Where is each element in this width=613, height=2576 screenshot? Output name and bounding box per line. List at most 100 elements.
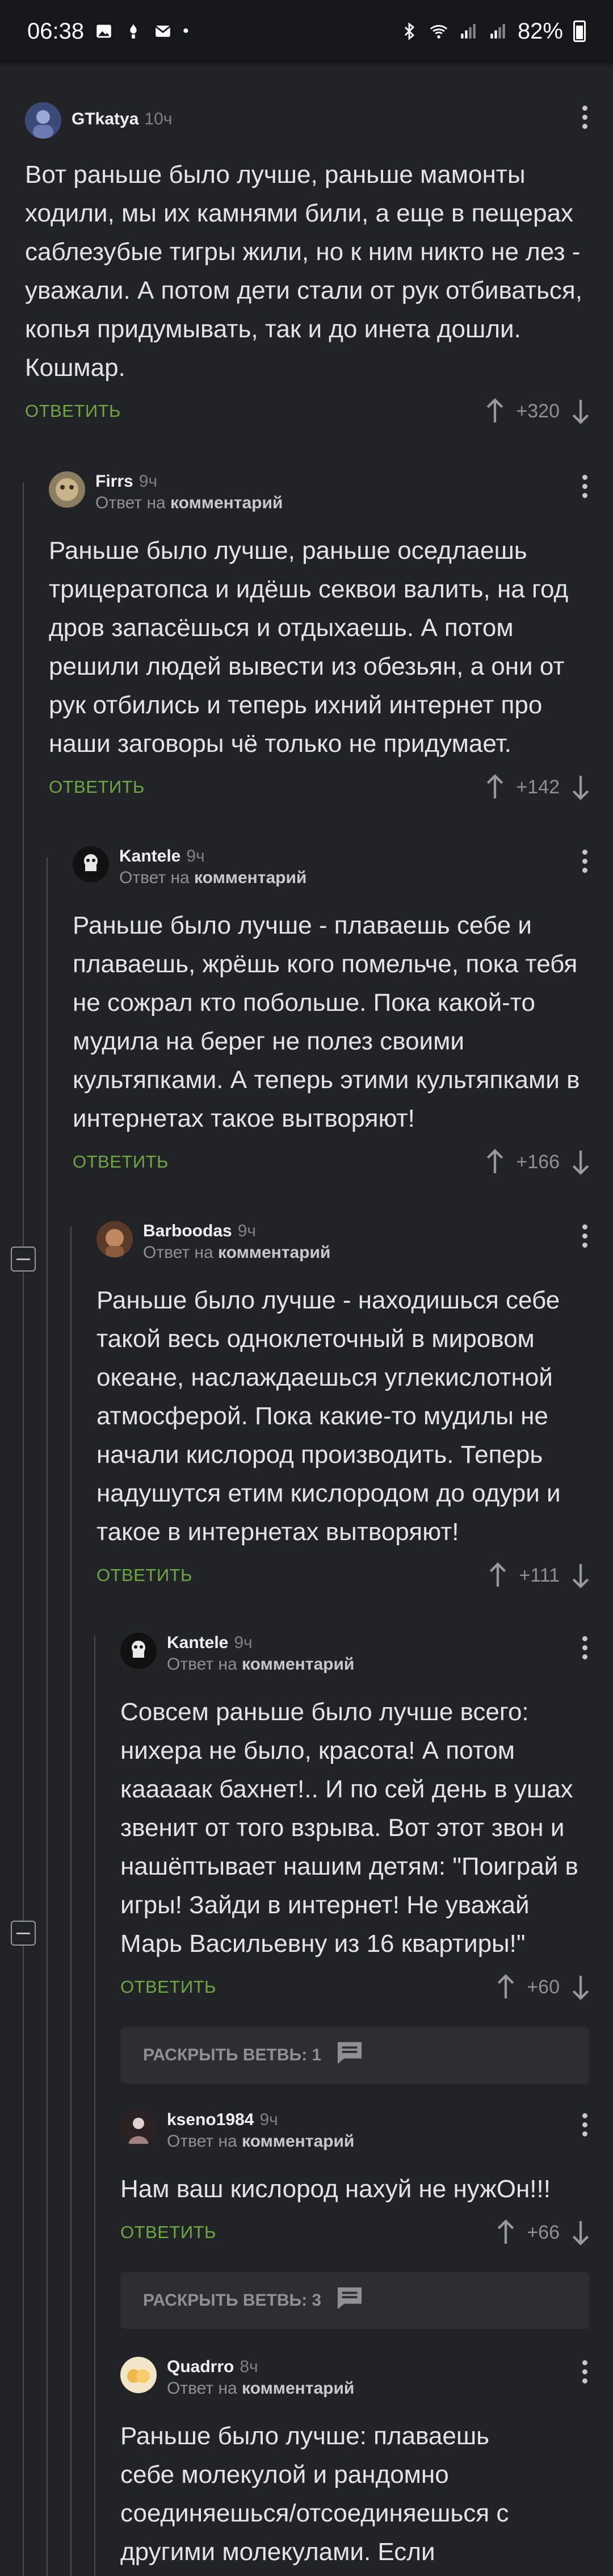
status-time: 06:38 bbox=[27, 18, 85, 44]
comment-author[interactable]: kseno1984 bbox=[167, 2110, 254, 2129]
reply-to-link[interactable]: комментарий bbox=[194, 868, 306, 887]
comment-time: 9ч bbox=[186, 847, 205, 865]
comment-text: Раньше было лучше, раньше оседлаешь триц… bbox=[49, 537, 569, 758]
reply-button[interactable]: ОТВЕТИТЬ bbox=[25, 401, 121, 421]
comment-text: Совсем раньше было лучше всего: нихера н… bbox=[120, 1698, 578, 1958]
gallery-icon bbox=[94, 22, 114, 41]
battery-icon bbox=[573, 20, 586, 42]
comment-time: 9ч bbox=[237, 1222, 257, 1240]
status-bar: 06:38 • 82% bbox=[0, 0, 613, 62]
reply-to-link[interactable]: комментарий bbox=[242, 2132, 354, 2151]
avatar[interactable] bbox=[49, 471, 85, 508]
reply-button[interactable]: ОТВЕТИТЬ bbox=[120, 2222, 216, 2243]
header-shadow bbox=[0, 62, 613, 68]
comment-rating: +142 bbox=[516, 776, 560, 798]
dot-icon: • bbox=[183, 22, 189, 40]
collapse-thread-button[interactable] bbox=[11, 1247, 36, 1272]
reply-button[interactable]: ОТВЕТИТЬ bbox=[73, 1152, 169, 1172]
expand-branch-button[interactable]: РАСКРЫТЬ ВЕТВЬ: 1 bbox=[120, 2027, 589, 2084]
battery-level: 82% bbox=[517, 18, 563, 44]
more-options-icon[interactable] bbox=[582, 475, 589, 498]
comment-author[interactable]: GTkatya bbox=[72, 110, 138, 128]
reply-to-link[interactable]: комментарий bbox=[218, 1243, 330, 1262]
comment: Firrs 9ч Ответ на комментарий Раньше было… bbox=[49, 471, 613, 804]
comment-author[interactable]: Quadrro bbox=[167, 2357, 234, 2376]
thread-rail bbox=[70, 1227, 72, 2576]
thread-rail bbox=[94, 1636, 95, 2576]
upvote-arrow-icon[interactable] bbox=[485, 1149, 505, 1175]
reply-to-label: Ответ на комментарий bbox=[167, 2132, 355, 2151]
comment-text: Раньше было лучше: плаваешь себе молекул… bbox=[120, 2422, 509, 2566]
comment-rating: +320 bbox=[516, 400, 560, 422]
signal-icon bbox=[459, 22, 478, 41]
comment: Kantele 9ч Ответ на комментарий Раньше бы… bbox=[73, 846, 613, 1179]
avatar[interactable] bbox=[120, 2110, 157, 2146]
reply-to-link[interactable]: комментарий bbox=[170, 494, 283, 512]
upvote-arrow-icon[interactable] bbox=[485, 774, 505, 800]
avatar[interactable] bbox=[73, 846, 109, 883]
downvote-arrow-icon[interactable] bbox=[571, 774, 590, 800]
comment: Barboodas 9ч Ответ на комментарий Раньше … bbox=[96, 1221, 613, 1592]
thread-rail bbox=[23, 483, 24, 2576]
reply-button[interactable]: ОТВЕТИТЬ bbox=[49, 777, 145, 797]
avatar[interactable] bbox=[120, 1633, 157, 1669]
downvote-arrow-icon[interactable] bbox=[571, 1974, 590, 2000]
comment-rating: +60 bbox=[527, 1976, 560, 1998]
expand-branch-button[interactable]: РАСКРЫТЬ ВЕТВЬ: 3 bbox=[120, 2272, 589, 2329]
wifi-icon bbox=[429, 22, 448, 41]
upvote-arrow-icon[interactable] bbox=[485, 398, 505, 424]
mail-icon bbox=[153, 22, 173, 41]
reply-to-label: Ответ на комментарий bbox=[95, 494, 283, 512]
comment: kseno1984 9ч Ответ на комментарий Нам ваш… bbox=[120, 2110, 613, 2329]
downvote-arrow-icon[interactable] bbox=[571, 1149, 590, 1175]
comment-author[interactable]: Barboodas bbox=[143, 1222, 232, 1240]
more-options-icon[interactable] bbox=[582, 106, 589, 129]
avatar[interactable] bbox=[120, 2357, 157, 2393]
signal-icon-2 bbox=[488, 22, 507, 41]
reply-button[interactable]: ОТВЕТИТЬ bbox=[96, 1565, 192, 1586]
comment: Quadrro 8ч Ответ на комментарий Раньше бы… bbox=[120, 2357, 613, 2571]
thread-rail bbox=[47, 858, 48, 2576]
upvote-arrow-icon[interactable] bbox=[488, 1562, 507, 1588]
comment-time: 9ч bbox=[234, 1633, 253, 1652]
comment-bubble-icon bbox=[335, 2040, 364, 2071]
comment-rating: +66 bbox=[527, 2221, 560, 2243]
more-options-icon[interactable] bbox=[582, 1224, 589, 1248]
avatar[interactable] bbox=[25, 102, 61, 139]
downvote-arrow-icon[interactable] bbox=[571, 398, 590, 424]
bluetooth-icon bbox=[400, 22, 419, 41]
comment-author[interactable]: Firrs bbox=[95, 472, 133, 491]
reply-to-label: Ответ на комментарий bbox=[167, 1655, 355, 1674]
downvote-arrow-icon[interactable] bbox=[571, 2219, 590, 2245]
comment-text: Нам ваш кислород нахуй не нужОн!!! bbox=[120, 2175, 551, 2203]
reply-to-link[interactable]: комментарий bbox=[242, 1655, 354, 1674]
comment-time: 9ч bbox=[259, 2110, 278, 2129]
comment: Kantele 9ч Ответ на комментарий Совсем ра… bbox=[120, 1633, 613, 2084]
more-options-icon[interactable] bbox=[582, 850, 589, 873]
comment-rating: +111 bbox=[519, 1564, 560, 1586]
reply-to-link[interactable]: комментарий bbox=[242, 2379, 354, 2398]
comment-rating: +166 bbox=[516, 1151, 560, 1173]
comment-text: Вот раньше было лучше, раньше мамонты хо… bbox=[25, 161, 582, 382]
comment-author[interactable]: Kantele bbox=[119, 847, 180, 865]
more-options-icon[interactable] bbox=[582, 2360, 589, 2383]
comment-time: 9ч bbox=[138, 472, 158, 491]
upvote-arrow-icon[interactable] bbox=[496, 1974, 515, 2000]
comment-time: 8ч bbox=[240, 2357, 258, 2376]
upvote-arrow-icon[interactable] bbox=[496, 2219, 515, 2245]
downvote-arrow-icon[interactable] bbox=[571, 1562, 590, 1588]
comment-text: Раньше было лучше - находишься себе тако… bbox=[96, 1286, 561, 1546]
more-options-icon[interactable] bbox=[582, 1636, 589, 1659]
collapse-thread-button[interactable] bbox=[11, 1921, 36, 1946]
comment-time: 10ч bbox=[144, 110, 173, 128]
comment-text: Раньше было лучше - плаваешь себе и плав… bbox=[73, 911, 580, 1132]
notification-icon bbox=[124, 22, 143, 41]
reply-to-label: Ответ на комментарий bbox=[119, 868, 307, 887]
comment-author[interactable]: Kantele bbox=[167, 1633, 228, 1652]
avatar[interactable] bbox=[96, 1221, 133, 1257]
comment: GTkatya 10ч Вот раньше было лучше, раньше… bbox=[25, 102, 613, 428]
reply-to-label: Ответ на комментарий bbox=[143, 1243, 331, 1262]
more-options-icon[interactable] bbox=[582, 2113, 589, 2136]
reply-to-label: Ответ на комментарий bbox=[167, 2379, 355, 2398]
reply-button[interactable]: ОТВЕТИТЬ bbox=[120, 1977, 216, 1997]
